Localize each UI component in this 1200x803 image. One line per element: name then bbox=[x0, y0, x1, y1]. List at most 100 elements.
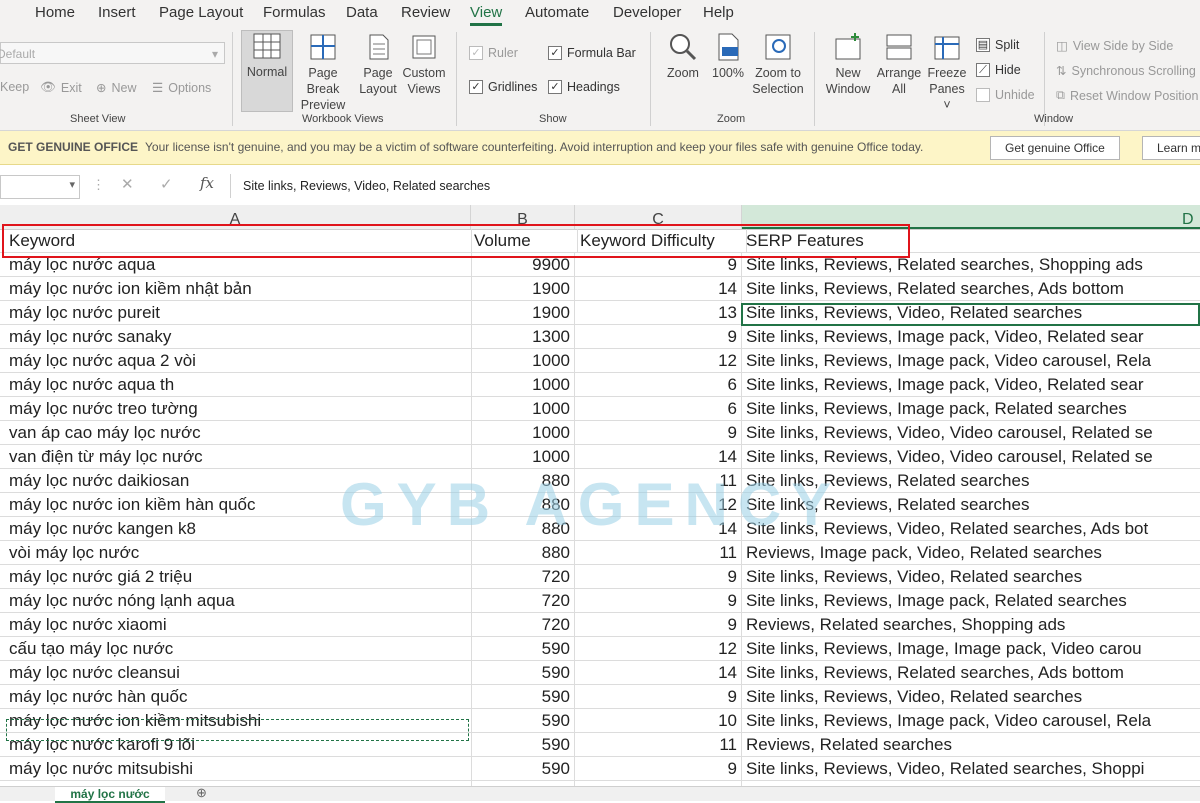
tab-automate[interactable]: Automate bbox=[525, 4, 589, 21]
cell-volume[interactable]: 590 bbox=[471, 685, 575, 708]
get-genuine-office-button[interactable]: Get genuine Office bbox=[990, 136, 1120, 160]
synchronous-scrolling-button[interactable]: ⇅ Synchronous Scrolling bbox=[1056, 63, 1196, 79]
tab-data[interactable]: Data bbox=[346, 4, 378, 21]
gridlines-checkbox[interactable]: ✓ Gridlines bbox=[469, 80, 537, 94]
cell-difficulty[interactable]: 6 bbox=[575, 373, 742, 396]
new-view-button[interactable]: ⊕ New bbox=[96, 80, 137, 96]
cancel-icon[interactable]: ✕ bbox=[121, 175, 134, 193]
cell-serp[interactable]: Site links, Reviews, Video, Related sear… bbox=[742, 565, 1200, 588]
cell-serp[interactable]: Site links, Reviews, Video, Video carous… bbox=[742, 421, 1200, 444]
cell-volume[interactable]: 590 bbox=[471, 637, 575, 660]
cell-keyword[interactable]: máy lọc nước ion kiềm nhật bản bbox=[0, 277, 472, 300]
name-box[interactable]: ▾ bbox=[0, 175, 80, 199]
cell-volume[interactable]: 1000 bbox=[471, 373, 575, 396]
page-break-preview-button[interactable]: Page Break Preview bbox=[292, 32, 354, 113]
split-button[interactable]: ▤ Split bbox=[976, 38, 1019, 52]
zoom-button[interactable]: Zoom bbox=[662, 32, 704, 81]
cell-difficulty[interactable]: 9 bbox=[575, 613, 742, 636]
cell-volume[interactable]: 1900 bbox=[471, 277, 575, 300]
cell-difficulty[interactable]: 13 bbox=[575, 301, 742, 324]
cell-keyword[interactable]: máy lọc nước treo tường bbox=[0, 397, 472, 420]
cell-serp[interactable]: Reviews, Related searches, Shopping ads bbox=[742, 613, 1200, 636]
cell-difficulty[interactable]: 12 bbox=[575, 637, 742, 660]
cell-serp[interactable]: Site links, Reviews, Image pack, Video c… bbox=[742, 349, 1200, 372]
tab-page-layout[interactable]: Page Layout bbox=[159, 4, 243, 21]
sheet-tab[interactable]: máy lọc nước bbox=[55, 787, 165, 803]
sheet-view-dropdown[interactable]: Default ▾ bbox=[0, 42, 225, 64]
cell-difficulty[interactable]: 9 bbox=[575, 757, 742, 780]
zoom-100-button[interactable]: 100% bbox=[707, 32, 749, 81]
cell-serp[interactable]: Site links, Reviews, Related searches, A… bbox=[742, 277, 1200, 300]
tab-home[interactable]: Home bbox=[35, 4, 75, 21]
cell-difficulty[interactable]: 9 bbox=[575, 421, 742, 444]
cell-volume[interactable]: 880 bbox=[471, 541, 575, 564]
cell-serp[interactable]: Site links, Reviews, Video, Related sear… bbox=[742, 685, 1200, 708]
cell-serp[interactable]: Reviews, Related searches bbox=[742, 733, 1200, 756]
custom-views-button[interactable]: Custom Views bbox=[400, 32, 448, 97]
formula-input[interactable]: Site links, Reviews, Video, Related sear… bbox=[230, 174, 1200, 198]
tab-review[interactable]: Review bbox=[401, 4, 450, 21]
cell-difficulty[interactable]: 12 bbox=[575, 349, 742, 372]
cell-keyword[interactable]: máy lọc nước mitsubishi bbox=[0, 757, 472, 780]
cell-keyword[interactable]: máy lọc nước xiaomi bbox=[0, 613, 472, 636]
headings-checkbox[interactable]: ✓ Headings bbox=[548, 80, 620, 94]
cell-volume[interactable]: 1900 bbox=[471, 301, 575, 324]
cell-keyword[interactable]: máy lọc nước aqua 2 vòi bbox=[0, 349, 472, 372]
cell-difficulty[interactable]: 11 bbox=[575, 541, 742, 564]
cell-volume[interactable]: 590 bbox=[471, 661, 575, 684]
cell-serp[interactable]: Site links, Reviews, Image pack, Video, … bbox=[742, 325, 1200, 348]
cell-difficulty[interactable]: 9 bbox=[575, 685, 742, 708]
new-window-button[interactable]: New Window bbox=[822, 32, 874, 97]
cell-keyword[interactable]: máy lọc nước sanaky bbox=[0, 325, 472, 348]
tab-help[interactable]: Help bbox=[703, 4, 734, 21]
tab-view[interactable]: View bbox=[470, 4, 503, 26]
cell-keyword[interactable]: cấu tạo máy lọc nước bbox=[0, 637, 472, 660]
cell-serp[interactable]: Reviews, Image pack, Video, Related sear… bbox=[742, 541, 1200, 564]
keep-button[interactable]: Keep bbox=[0, 80, 29, 94]
cell-difficulty[interactable]: 6 bbox=[575, 397, 742, 420]
cell-keyword[interactable]: máy lọc nước hàn quốc bbox=[0, 685, 472, 708]
tab-formulas[interactable]: Formulas bbox=[263, 4, 326, 21]
cell-keyword[interactable]: máy lọc nước cleansui bbox=[0, 661, 472, 684]
cell-serp[interactable]: Site links, Reviews, Image, Image pack, … bbox=[742, 637, 1200, 660]
formula-bar-checkbox[interactable]: ✓ Formula Bar bbox=[548, 46, 636, 60]
cell-serp[interactable]: Site links, Reviews, Video, Related sear… bbox=[742, 757, 1200, 780]
tab-developer[interactable]: Developer bbox=[613, 4, 681, 21]
ruler-checkbox[interactable]: ✓ Ruler bbox=[469, 46, 518, 60]
cell-difficulty[interactable]: 14 bbox=[575, 661, 742, 684]
fx-icon[interactable]: fx bbox=[200, 174, 214, 192]
cell-keyword[interactable]: van điện từ máy lọc nước bbox=[0, 445, 472, 468]
cell-volume[interactable]: 1000 bbox=[471, 397, 575, 420]
cell-difficulty[interactable]: 9 bbox=[575, 325, 742, 348]
tab-insert[interactable]: Insert bbox=[98, 4, 136, 21]
cell-volume[interactable]: 720 bbox=[471, 589, 575, 612]
cell-difficulty[interactable]: 9 bbox=[575, 565, 742, 588]
cell-volume[interactable]: 720 bbox=[471, 613, 575, 636]
page-layout-button[interactable]: Page Layout bbox=[357, 32, 399, 97]
zoom-to-selection-button[interactable]: Zoom to Selection bbox=[750, 32, 806, 97]
options-button[interactable]: ☰ Options bbox=[152, 80, 211, 96]
cell-volume[interactable]: 590 bbox=[471, 757, 575, 780]
cell-volume[interactable]: 1300 bbox=[471, 325, 575, 348]
cell-volume[interactable]: 590 bbox=[471, 733, 575, 756]
cell-keyword[interactable]: van áp cao máy lọc nước bbox=[0, 421, 472, 444]
cell-volume[interactable]: 1000 bbox=[471, 445, 575, 468]
cell-serp[interactable]: Site links, Reviews, Image pack, Video c… bbox=[742, 709, 1200, 732]
reset-window-button[interactable]: ⧉ Reset Window Position bbox=[1056, 88, 1198, 103]
cell-serp[interactable]: Site links, Reviews, Image pack, Related… bbox=[742, 589, 1200, 612]
cell-keyword[interactable]: vòi máy lọc nước bbox=[0, 541, 472, 564]
cell-serp[interactable]: Site links, Reviews, Image pack, Related… bbox=[742, 397, 1200, 420]
cell-difficulty[interactable]: 14 bbox=[575, 277, 742, 300]
cell-volume[interactable]: 720 bbox=[471, 565, 575, 588]
cell-serp[interactable]: Site links, Reviews, Video, Video carous… bbox=[742, 445, 1200, 468]
unhide-button[interactable]: Unhide bbox=[976, 88, 1035, 102]
cell-serp[interactable]: Site links, Reviews, Related searches, A… bbox=[742, 661, 1200, 684]
cell-keyword[interactable]: máy lọc nước aqua th bbox=[0, 373, 472, 396]
cell-difficulty[interactable]: 10 bbox=[575, 709, 742, 732]
hide-button[interactable]: ⟋ Hide bbox=[976, 63, 1021, 77]
learn-more-button[interactable]: Learn m bbox=[1142, 136, 1200, 160]
arrange-all-button[interactable]: Arrange All bbox=[874, 32, 924, 97]
normal-view-button[interactable]: Normal bbox=[241, 30, 293, 112]
cell-keyword[interactable]: máy lọc nước giá 2 triệu bbox=[0, 565, 472, 588]
cell-volume[interactable]: 1000 bbox=[471, 349, 575, 372]
